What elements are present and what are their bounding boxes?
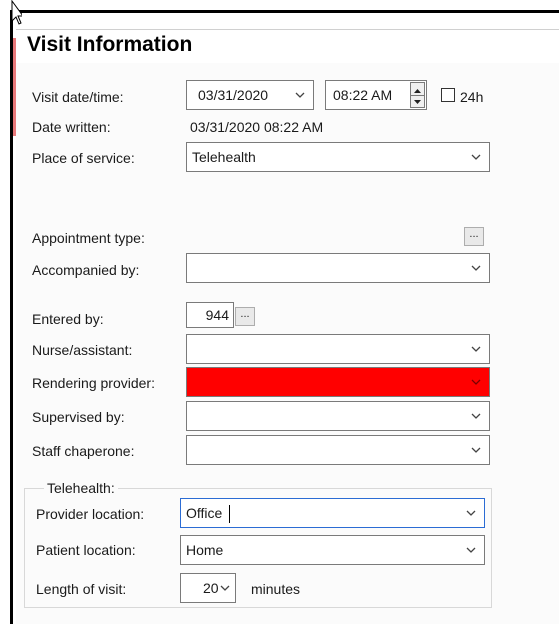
provider-location-value: Office [186,505,223,521]
chevron-down-icon [471,265,481,271]
nurse-assistant-label: Nurse/assistant: [32,342,133,358]
visit-datetime-label: Visit date/time: [32,89,124,105]
accompanied-by-label: Accompanied by: [32,262,140,278]
telehealth-group-title: Telehealth: [44,480,118,496]
chevron-down-icon [471,447,481,453]
staff-chaperone-select[interactable] [186,435,490,465]
text-caret [229,505,230,523]
spin-down-button[interactable] [411,95,424,107]
accent-strip [13,38,16,136]
chevron-down-icon [466,547,476,553]
visit-date-picker[interactable]: 03/31/2020 [186,80,314,110]
checkbox-24h[interactable] [441,88,455,102]
appointment-type-label: Appointment type: [32,230,145,246]
date-written-label: Date written: [32,119,111,135]
entered-by-browse-button[interactable]: ... [235,307,255,326]
mouse-pointer-icon [11,0,22,25]
chevron-down-icon [471,154,481,160]
place-of-service-label: Place of service: [32,150,135,166]
length-of-visit-label: Length of visit: [36,581,127,597]
supervised-by-label: Supervised by: [32,409,125,425]
chevron-down-icon [471,413,481,419]
rendering-provider-label: Rendering provider: [32,375,155,391]
patient-location-select[interactable]: Home [180,535,485,565]
chevron-down-icon [466,510,476,516]
staff-chaperone-label: Staff chaperone: [32,443,135,459]
checkbox-24h-label: 24h [460,89,484,105]
visit-time-value: 08:22 AM [333,87,393,103]
length-of-visit-value: 20 [203,580,219,596]
patient-location-value: Home [186,542,224,558]
supervised-by-select[interactable] [186,401,490,431]
time-spinner[interactable] [410,82,425,108]
visit-date-value: 03/31/2020 [198,87,269,103]
chevron-down-icon [295,92,305,98]
length-of-visit-select[interactable]: 20 [180,573,236,603]
caret-down-icon [414,100,421,104]
chevron-down-icon [220,585,230,591]
accompanied-by-select[interactable] [186,253,490,283]
date-written-value: 03/31/2020 08:22 AM [190,119,324,135]
place-of-service-select[interactable]: Telehealth [186,142,490,172]
rendering-provider-select[interactable] [186,367,490,397]
page-title: Visit Information [27,33,193,56]
provider-location-select[interactable]: Office [180,498,485,528]
chevron-down-icon [471,346,481,352]
patient-location-label: Patient location: [36,542,136,558]
entered-by-input[interactable]: 944 [186,302,234,328]
provider-location-label: Provider location: [36,506,145,522]
entered-by-label: Entered by: [32,311,104,327]
nurse-assistant-select[interactable] [186,334,490,364]
chevron-down-icon [471,379,481,385]
title-divider [16,29,559,30]
place-of-service-value: Telehealth [192,149,256,165]
length-unit-label: minutes [251,581,301,597]
entered-by-value: 944 [205,307,229,323]
appointment-type-browse-button[interactable]: ... [464,227,484,246]
